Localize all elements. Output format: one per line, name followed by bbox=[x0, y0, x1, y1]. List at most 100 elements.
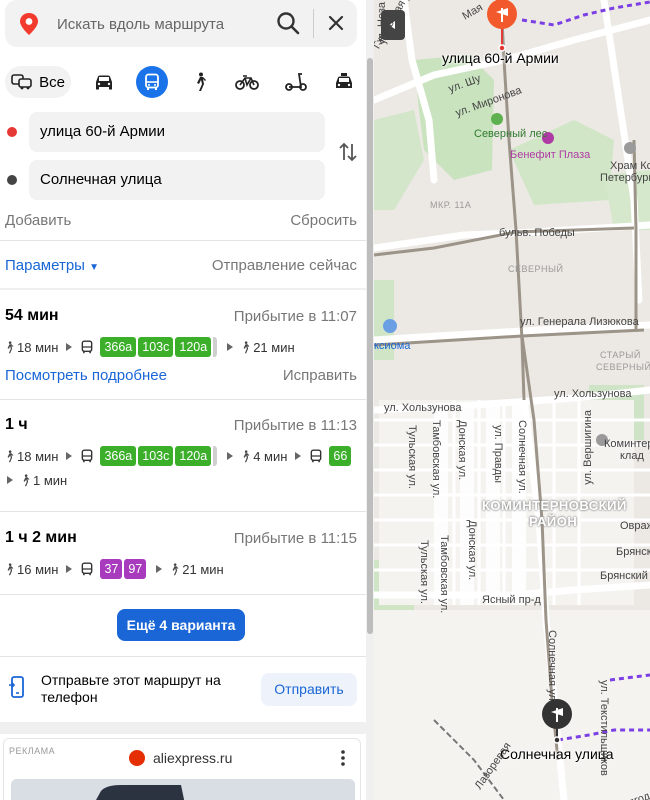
divider bbox=[0, 288, 366, 290]
route-option-3[interactable]: 1 ч 2 мин Прибытие в 11:15 16 мин 37 97 … bbox=[0, 529, 366, 589]
send-button[interactable]: Отправить bbox=[261, 673, 357, 706]
walk-duration: 18 мин bbox=[17, 448, 59, 464]
search-box[interactable] bbox=[5, 0, 357, 47]
poi-label: Храм Ксении bbox=[610, 160, 650, 172]
panel-scrollbar[interactable] bbox=[366, 0, 374, 800]
church-icon bbox=[624, 142, 636, 154]
map-view[interactable]: улица 60-й Армии Солнечная улица КОМИНТЕ… bbox=[374, 0, 650, 800]
bus-route-badge: 120а bbox=[175, 446, 212, 466]
swap-arrows-icon[interactable] bbox=[338, 140, 358, 164]
start-marker[interactable] bbox=[487, 0, 517, 52]
transport-mode-selector: Все bbox=[5, 66, 360, 98]
street-label: Солнечная ул. bbox=[546, 630, 558, 704]
taxi-icon bbox=[336, 73, 352, 88]
walk-leg: 18 мин bbox=[5, 449, 58, 464]
divider bbox=[0, 594, 366, 595]
route-duration: 1 ч 2 мин bbox=[5, 529, 77, 546]
bus-icon bbox=[82, 562, 93, 576]
leg-separator-icon bbox=[156, 565, 163, 573]
ad-image[interactable] bbox=[11, 779, 355, 800]
district-label: РАЙОН bbox=[529, 514, 578, 529]
reset-link[interactable]: Сбросить bbox=[290, 212, 357, 229]
mode-all-button[interactable]: Все bbox=[5, 66, 71, 98]
params-dropdown[interactable]: Параметры ▼ bbox=[5, 257, 99, 274]
poi-label: Северный лес bbox=[474, 128, 548, 140]
mode-scooter-button[interactable] bbox=[283, 66, 309, 98]
bus-route-badge: 66 bbox=[329, 446, 352, 466]
street-label: ул. Текстильщиков bbox=[598, 680, 610, 776]
walking-icon bbox=[243, 340, 250, 353]
scrollbar-thumb[interactable] bbox=[367, 58, 373, 634]
bus-route-badge: 97 bbox=[124, 559, 147, 579]
district-label: КОМИНТЕРНОВСКИЙ bbox=[482, 498, 627, 513]
poi-label: клад bbox=[620, 450, 644, 462]
ad-image-graphic bbox=[11, 779, 355, 800]
map-start-label: улица 60-й Армии bbox=[442, 50, 559, 66]
street-label: ул. Неза bbox=[376, 2, 388, 45]
street-label: ул. Правды bbox=[492, 425, 504, 483]
leg-separator-icon bbox=[227, 343, 234, 351]
car-icon bbox=[96, 75, 112, 90]
from-field-value: улица 60-й Армии bbox=[40, 123, 166, 140]
walk-leg: 21 мин bbox=[170, 561, 224, 577]
district-label: МКР. 11А bbox=[430, 200, 472, 210]
close-icon[interactable] bbox=[325, 12, 347, 34]
add-waypoint-link[interactable]: Добавить bbox=[5, 212, 71, 229]
street-label: Тамбовская ул. bbox=[430, 420, 442, 499]
map-pin-icon bbox=[20, 13, 38, 35]
start-point-dot bbox=[7, 127, 17, 137]
scooter-icon bbox=[285, 73, 307, 91]
from-field[interactable]: улица 60-й Армии bbox=[29, 112, 325, 152]
walk-duration: 21 мин bbox=[182, 561, 224, 577]
street-label: Донская ул. bbox=[466, 520, 478, 581]
route-duration: 54 мин bbox=[5, 307, 59, 324]
mode-all-label: Все bbox=[39, 73, 65, 91]
mode-walk-button[interactable] bbox=[189, 66, 211, 98]
walk-duration: 16 мин bbox=[17, 561, 59, 577]
map-end-label: Солнечная улица bbox=[500, 746, 614, 762]
route-option-2[interactable]: 1 ч Прибытие в 11:13 18 мин 366а 103с 12… bbox=[0, 416, 366, 506]
bus-route-badge: 366а bbox=[100, 446, 137, 466]
street-label: Ясный пр-д bbox=[482, 594, 541, 606]
divider bbox=[0, 722, 366, 734]
ad-block[interactable]: РЕКЛАМА aliexpress.ru bbox=[3, 738, 361, 800]
bus-route-badge: 103с bbox=[138, 446, 174, 466]
aliexpress-logo-icon bbox=[129, 750, 145, 766]
mode-transit-button[interactable] bbox=[136, 66, 168, 98]
more-routes-indicator bbox=[213, 446, 218, 466]
ad-brand[interactable]: aliexpress.ru bbox=[129, 750, 232, 766]
search-input[interactable] bbox=[57, 13, 257, 35]
mode-bike-button[interactable] bbox=[233, 66, 261, 98]
search-icon[interactable] bbox=[275, 10, 301, 36]
street-label: ул. Генерала Лизюкова bbox=[520, 316, 639, 328]
walking-icon bbox=[23, 473, 30, 486]
route-fix-link[interactable]: Исправить bbox=[283, 367, 357, 384]
to-field[interactable]: Солнечная улица bbox=[29, 160, 325, 200]
walk-leg: 4 мин bbox=[241, 449, 287, 464]
walking-icon bbox=[7, 340, 14, 353]
departure-time-selector[interactable]: Отправление сейчас bbox=[212, 257, 357, 274]
more-variants-button[interactable]: Ещё 4 варианта bbox=[117, 609, 245, 641]
street-label: ул. Хользунова bbox=[384, 402, 462, 414]
bus-route-badge: 37 bbox=[100, 559, 123, 579]
walk-leg: 1 мин bbox=[21, 473, 67, 488]
route-legs: 18 мин 366а 103с 120а 21 мин bbox=[5, 335, 295, 359]
send-to-phone-text: Отправьте этот маршрут на телефон bbox=[41, 672, 221, 705]
more-options-icon[interactable] bbox=[340, 749, 346, 767]
ad-domain: aliexpress.ru bbox=[153, 750, 233, 766]
leg-separator-icon bbox=[66, 452, 73, 460]
leg-separator-icon bbox=[295, 452, 302, 460]
mode-car-button[interactable] bbox=[91, 66, 117, 98]
params-label: Параметры bbox=[5, 257, 85, 274]
route-arrival: Прибытие в 11:07 bbox=[233, 308, 357, 325]
mode-taxi-button[interactable] bbox=[331, 66, 357, 98]
route-details-link[interactable]: Посмотреть подробнее bbox=[5, 367, 167, 384]
walking-icon bbox=[7, 449, 14, 462]
route-duration: 1 ч bbox=[5, 416, 28, 433]
street-label: Брянская bbox=[616, 546, 650, 558]
walking-icon bbox=[7, 562, 14, 575]
street-label: ул. Вершигина bbox=[582, 410, 594, 485]
street-label: Овраж bbox=[620, 520, 650, 532]
route-option-1[interactable]: 54 мин Прибытие в 11:07 18 мин 366а 103с… bbox=[0, 307, 366, 397]
route-panel: Все bbox=[0, 0, 366, 800]
